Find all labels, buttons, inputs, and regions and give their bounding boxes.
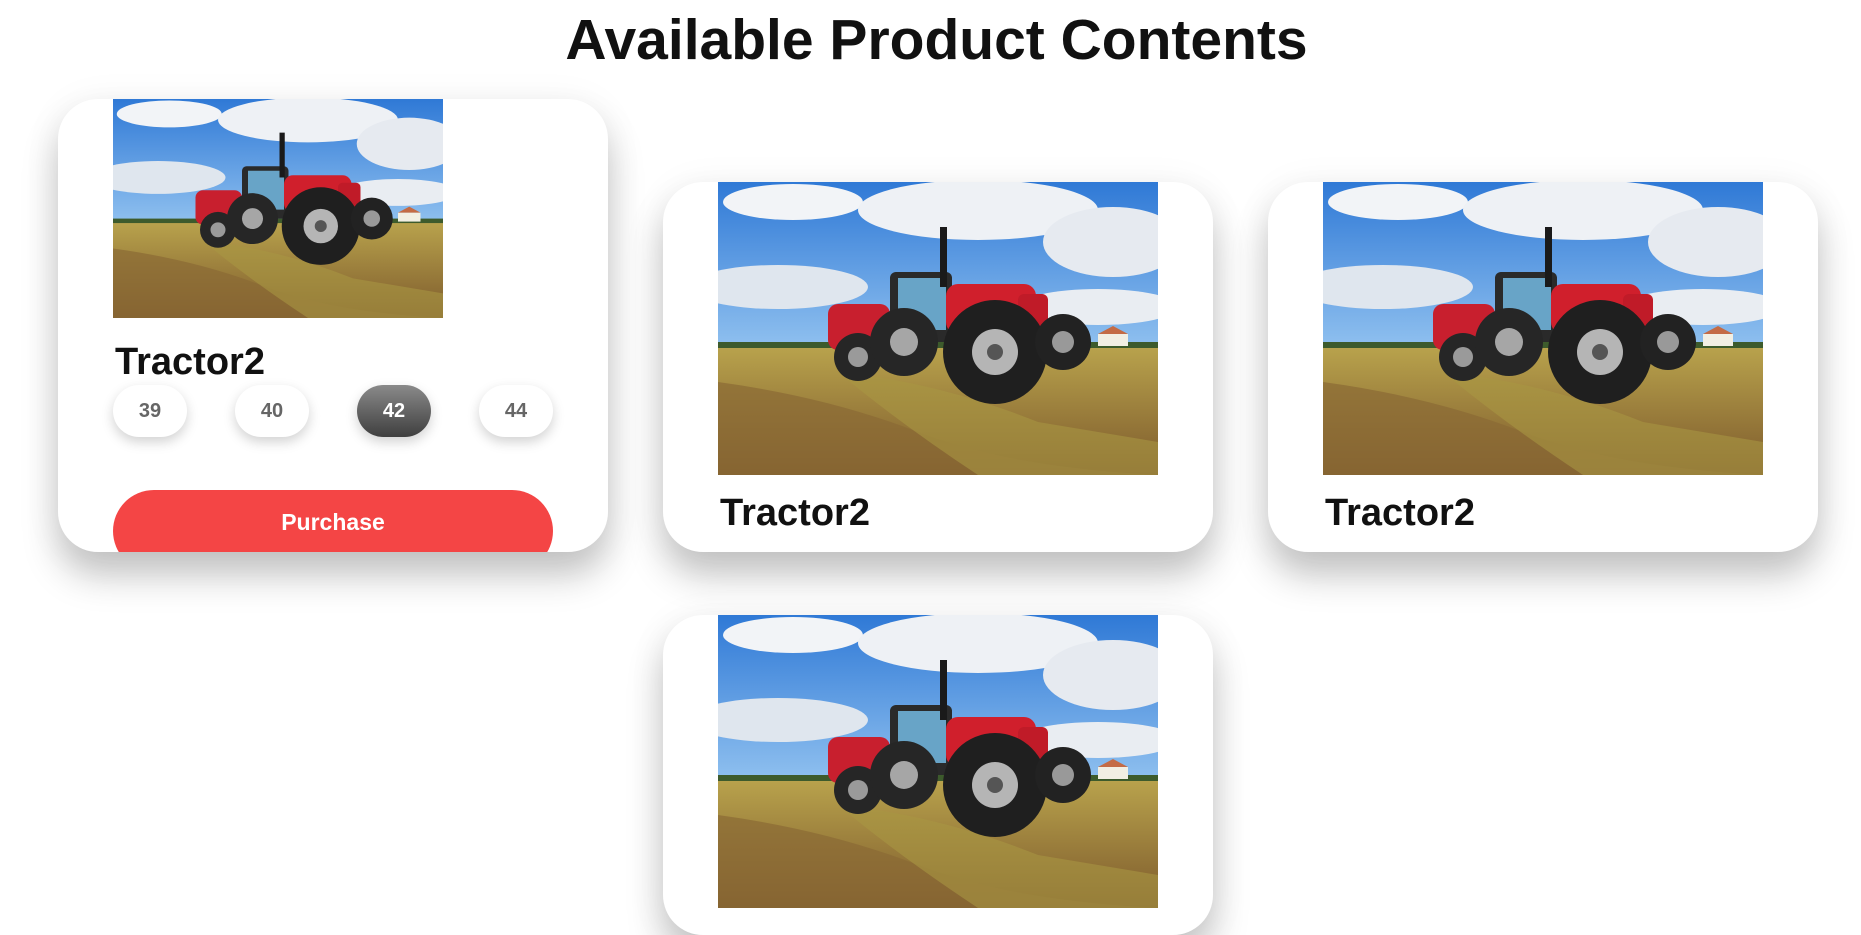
tractor-image bbox=[113, 99, 443, 318]
product-card[interactable]: Tractor2 bbox=[663, 182, 1213, 552]
size-option-44[interactable]: 44 bbox=[479, 385, 553, 437]
product-card[interactable]: Tractor2 39 40 42 44 Purchase bbox=[58, 99, 608, 552]
product-name: Tractor2 bbox=[1325, 492, 1475, 534]
product-image[interactable] bbox=[718, 615, 1158, 908]
product-name: Tractor2 bbox=[115, 341, 265, 383]
tractor-image bbox=[718, 615, 1158, 908]
size-options: 39 40 42 44 bbox=[113, 385, 553, 437]
product-image[interactable] bbox=[718, 182, 1158, 475]
product-name: Tractor2 bbox=[720, 492, 870, 534]
size-option-39[interactable]: 39 bbox=[113, 385, 187, 437]
purchase-button[interactable]: Purchase bbox=[113, 490, 553, 552]
product-card[interactable]: Tractor2 bbox=[1268, 182, 1818, 552]
size-option-42-selected[interactable]: 42 bbox=[357, 385, 431, 437]
tractor-image bbox=[718, 182, 1158, 475]
size-option-40[interactable]: 40 bbox=[235, 385, 309, 437]
product-image[interactable] bbox=[113, 99, 443, 318]
page-title: Available Product Contents bbox=[565, 8, 1308, 72]
tractor-image bbox=[1323, 182, 1763, 475]
product-image[interactable] bbox=[1323, 182, 1763, 475]
product-card[interactable] bbox=[663, 615, 1213, 935]
